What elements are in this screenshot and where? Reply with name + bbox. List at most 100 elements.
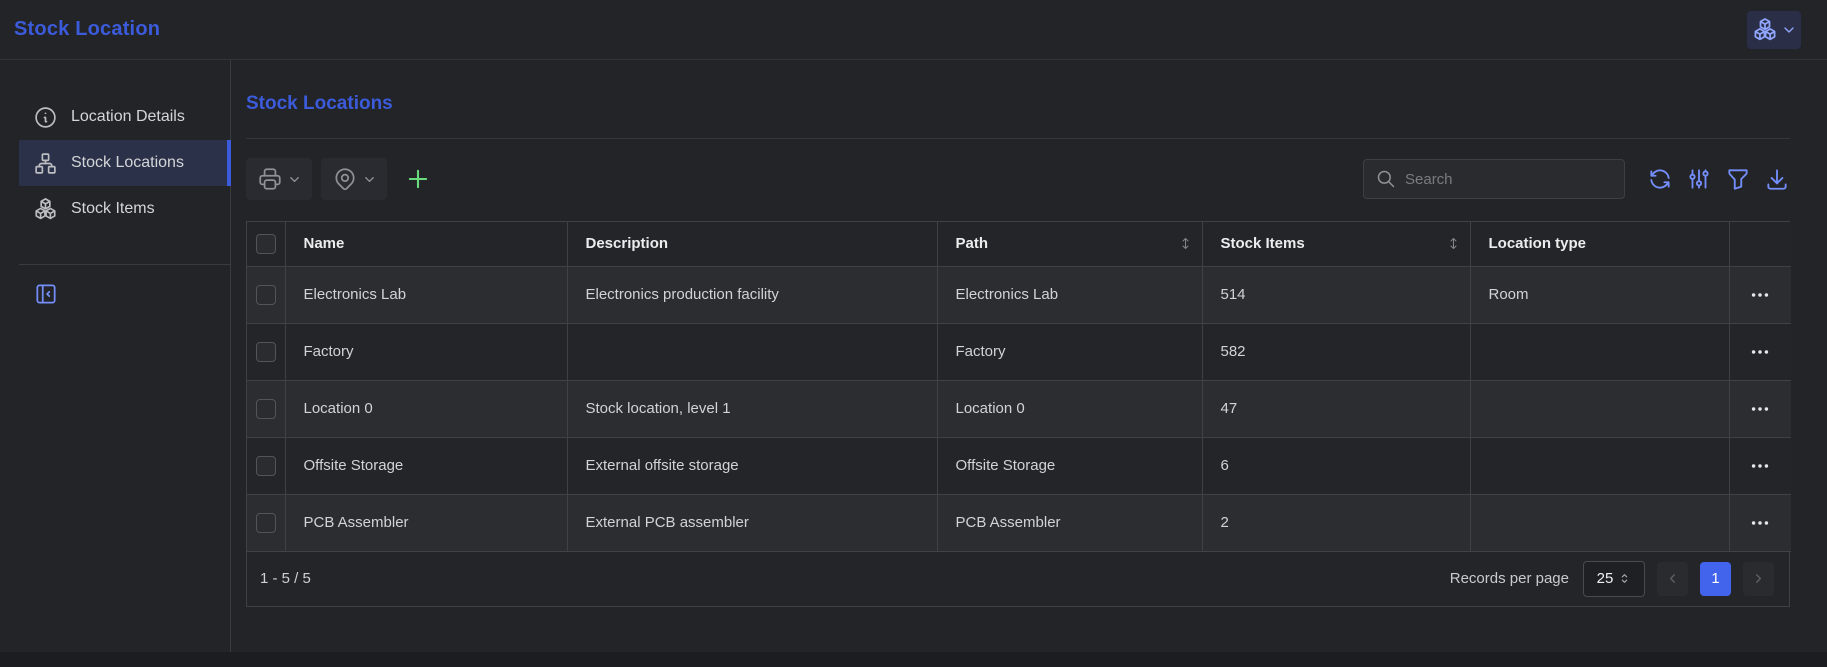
row-checkbox[interactable] xyxy=(256,399,276,419)
cell-stock-items: 6 xyxy=(1202,437,1470,494)
cell-path: Factory xyxy=(937,323,1202,380)
table-header-row: Name Description Path Stock Items xyxy=(247,222,1791,266)
cell-path: Location 0 xyxy=(937,380,1202,437)
cell-name: Factory xyxy=(285,323,567,380)
column-header-stock-items[interactable]: Stock Items xyxy=(1202,222,1470,266)
search-icon xyxy=(1376,169,1396,189)
cell-name: Offsite Storage xyxy=(285,437,567,494)
refresh-icon[interactable] xyxy=(1647,166,1673,192)
table-footer: 1 - 5 / 5 Records per page 25 1 xyxy=(247,552,1789,606)
row-menu-icon[interactable] xyxy=(1730,512,1792,534)
cell-location-type xyxy=(1470,437,1729,494)
filter-icon[interactable] xyxy=(1725,166,1751,192)
column-header-path[interactable]: Path xyxy=(937,222,1202,266)
table-toolbar xyxy=(246,158,1790,200)
cell-description xyxy=(567,323,937,380)
main-panel: Stock Locations xyxy=(231,60,1827,666)
table-row[interactable]: Electronics Lab Electronics production f… xyxy=(247,266,1791,323)
cell-location-type xyxy=(1470,494,1729,551)
row-menu-icon[interactable] xyxy=(1730,398,1792,420)
printer-icon xyxy=(257,166,283,192)
page-button-1[interactable]: 1 xyxy=(1700,562,1731,596)
table-row[interactable]: Location 0 Stock location, level 1 Locat… xyxy=(247,380,1791,437)
cell-location-type xyxy=(1470,323,1729,380)
sidebar-item-label: Stock Items xyxy=(71,200,155,218)
selector-icon xyxy=(1618,572,1631,585)
sidebar-item-label: Location Details xyxy=(71,108,185,126)
row-menu-icon[interactable] xyxy=(1730,341,1792,363)
plus-icon xyxy=(404,165,432,193)
download-icon[interactable] xyxy=(1764,166,1790,192)
chevron-left-icon xyxy=(1665,571,1680,586)
next-page-button[interactable] xyxy=(1743,562,1774,596)
table-row[interactable]: PCB Assembler External PCB assembler PCB… xyxy=(247,494,1791,551)
chevron-right-icon xyxy=(1751,571,1766,586)
packages-icon xyxy=(33,197,58,222)
cell-description: Stock location, level 1 xyxy=(567,380,937,437)
sidebar-item-stock-items[interactable]: Stock Items xyxy=(19,186,230,232)
cell-path: Offsite Storage xyxy=(937,437,1202,494)
row-checkbox[interactable] xyxy=(256,285,276,305)
column-header-description[interactable]: Description xyxy=(567,222,937,266)
packages-icon xyxy=(1752,17,1778,43)
cell-name: Location 0 xyxy=(285,380,567,437)
cell-location-type xyxy=(1470,380,1729,437)
column-header-location-type[interactable]: Location type xyxy=(1470,222,1729,266)
row-checkbox[interactable] xyxy=(256,342,276,362)
cell-stock-items: 582 xyxy=(1202,323,1470,380)
chevron-down-icon xyxy=(362,172,377,187)
print-actions-button[interactable] xyxy=(246,158,312,200)
records-per-page-label: Records per page xyxy=(1450,570,1569,587)
search-box xyxy=(1363,159,1625,199)
pagination-controls: Records per page 25 1 xyxy=(1450,561,1774,597)
row-menu-icon[interactable] xyxy=(1730,284,1792,306)
cell-description: Electronics production facility xyxy=(567,266,937,323)
toolbar-left-group xyxy=(246,158,440,200)
stock-actions-button[interactable] xyxy=(1747,11,1801,49)
info-circle-icon xyxy=(33,105,58,130)
cell-stock-items: 47 xyxy=(1202,380,1470,437)
sidebar: Location Details Stock Locations Stock I… xyxy=(0,60,231,666)
cell-description: External PCB assembler xyxy=(567,494,937,551)
table-row[interactable]: Factory Factory 582 xyxy=(247,323,1791,380)
row-checkbox[interactable] xyxy=(256,456,276,476)
table-row[interactable]: Offsite Storage External offsite storage… xyxy=(247,437,1791,494)
cell-name: Electronics Lab xyxy=(285,266,567,323)
location-actions-button[interactable] xyxy=(321,158,387,200)
panel-divider xyxy=(246,138,1790,139)
window-bottom-edge xyxy=(0,652,1827,667)
top-bar: Stock Location xyxy=(0,0,1827,60)
chevron-down-icon xyxy=(287,172,302,187)
cell-path: Electronics Lab xyxy=(937,266,1202,323)
cell-description: External offsite storage xyxy=(567,437,937,494)
cell-name: PCB Assembler xyxy=(285,494,567,551)
row-checkbox[interactable] xyxy=(256,513,276,533)
chevron-down-icon xyxy=(1781,22,1797,38)
page-title: Stock Location xyxy=(14,18,160,41)
record-range-label: 1 - 5 / 5 xyxy=(260,570,311,587)
sidebar-item-stock-locations[interactable]: Stock Locations xyxy=(19,140,230,186)
cell-stock-items: 2 xyxy=(1202,494,1470,551)
previous-page-button[interactable] xyxy=(1657,562,1688,596)
sidebar-item-label: Stock Locations xyxy=(71,154,184,172)
adjustments-icon[interactable] xyxy=(1686,166,1712,192)
sort-icon[interactable] xyxy=(1178,236,1193,251)
column-header-name[interactable]: Name xyxy=(285,222,567,266)
search-input[interactable] xyxy=(1405,171,1614,188)
page-size-value: 25 xyxy=(1597,570,1614,587)
sidebar-collapse-icon[interactable] xyxy=(33,281,59,307)
stock-locations-table: Name Description Path Stock Items xyxy=(246,221,1790,607)
sidebar-divider xyxy=(19,264,230,265)
toolbar-right-group xyxy=(1363,159,1790,199)
cell-stock-items: 514 xyxy=(1202,266,1470,323)
page-size-select[interactable]: 25 xyxy=(1583,561,1645,597)
cell-path: PCB Assembler xyxy=(937,494,1202,551)
sort-icon[interactable] xyxy=(1446,236,1461,251)
map-pin-icon xyxy=(332,166,358,192)
cell-location-type: Room xyxy=(1470,266,1729,323)
add-location-button[interactable] xyxy=(396,158,440,200)
sitemap-icon xyxy=(33,151,58,176)
sidebar-item-location-details[interactable]: Location Details xyxy=(19,94,230,140)
select-all-checkbox[interactable] xyxy=(256,234,276,254)
row-menu-icon[interactable] xyxy=(1730,455,1792,477)
